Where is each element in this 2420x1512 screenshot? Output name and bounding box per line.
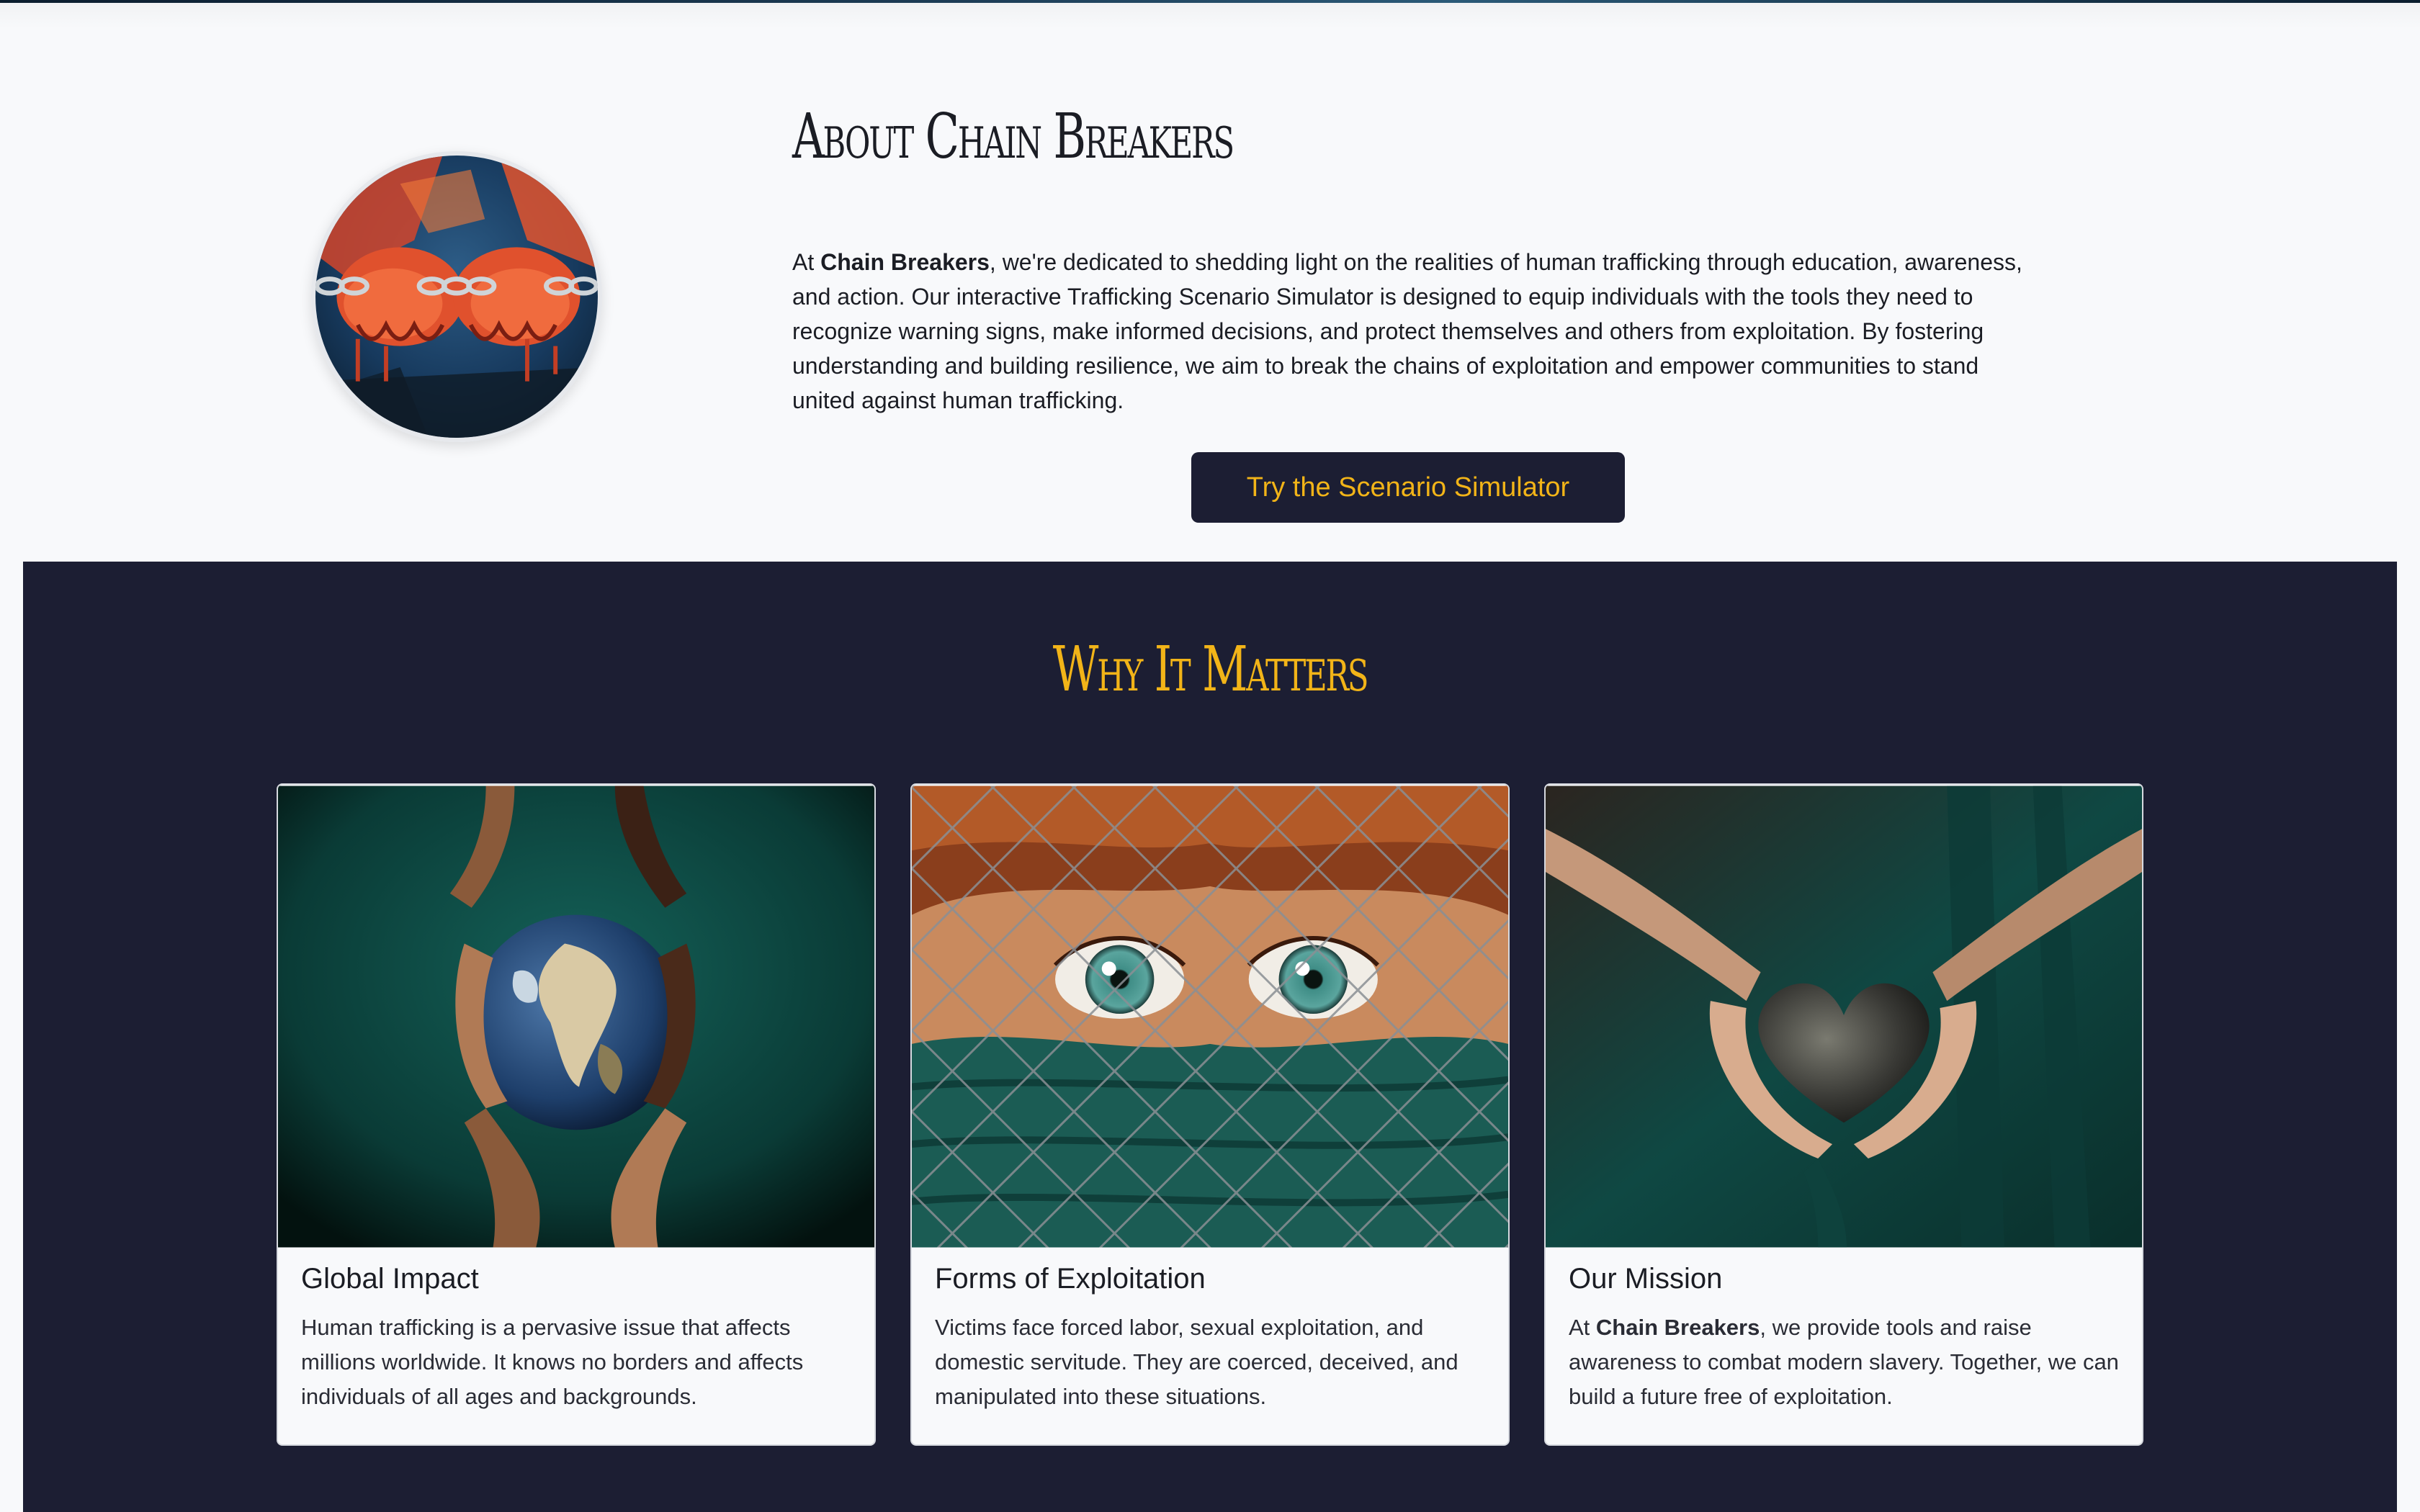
card-global-impact: Global Impact Human trafficking is a per… <box>277 783 876 1446</box>
why-it-matters-title: Why It Matters <box>1052 634 1369 706</box>
about-section: About Chain Breakers At Chain Breakers, … <box>0 29 2420 562</box>
about-description: At Chain Breakers, we're dedicated to sh… <box>792 245 2031 418</box>
card-text: At Chain Breakers, we provide tools and … <box>1569 1310 2123 1414</box>
hands-holding-earth-image <box>278 785 874 1248</box>
hands-holding-heart-image <box>1546 785 2142 1248</box>
why-it-matters-section: Why It Matters Global Impact Human traff… <box>23 562 2397 1512</box>
about-text-prefix: At <box>792 249 821 275</box>
about-brand-name: Chain Breakers <box>820 249 990 275</box>
card-text-prefix: At <box>1569 1315 1596 1340</box>
child-behind-fence-image <box>912 785 1508 1248</box>
card-title: Global Impact <box>301 1263 479 1295</box>
card-title: Forms of Exploitation <box>935 1263 1206 1295</box>
card-text: Victims face forced labor, sexual exploi… <box>935 1315 1458 1409</box>
about-title: About Chain Breakers <box>792 101 1234 173</box>
card-forms-of-exploitation: Forms of Exploitation Victims face force… <box>910 783 1510 1446</box>
try-scenario-simulator-button[interactable]: Try the Scenario Simulator <box>1191 452 1625 523</box>
card-our-mission: Our Mission At Chain Breakers, we provid… <box>1544 783 2143 1446</box>
card-brand-name: Chain Breakers <box>1595 1315 1760 1340</box>
chained-hands-image <box>311 151 602 442</box>
card-title: Our Mission <box>1569 1263 1723 1295</box>
top-fade <box>0 3 2420 29</box>
card-text: Human trafficking is a pervasive issue t… <box>301 1315 804 1409</box>
